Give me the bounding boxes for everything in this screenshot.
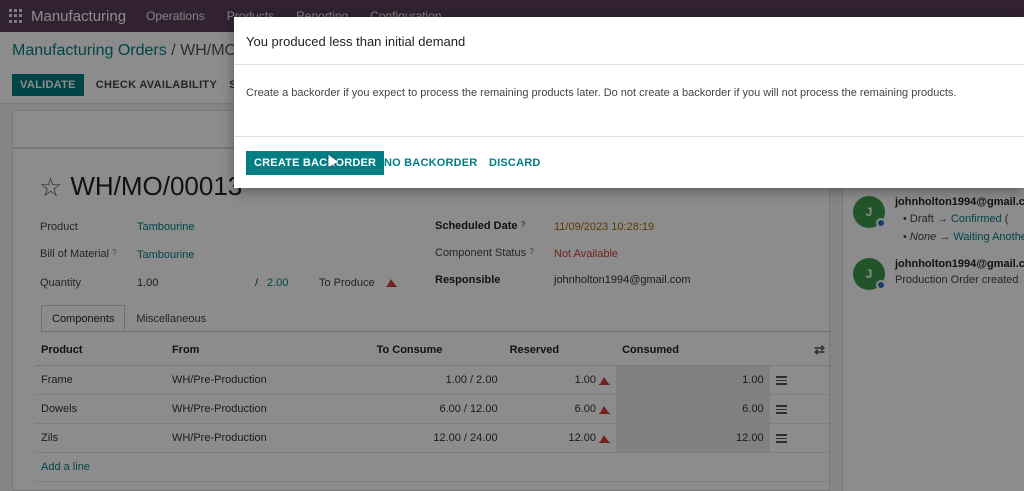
- backorder-dialog: You produced less than initial demand Cr…: [234, 17, 1024, 188]
- discard-button[interactable]: DISCARD: [489, 157, 541, 169]
- create-backorder-button[interactable]: CREATE BACKORDER: [246, 151, 385, 175]
- dialog-title: You produced less than initial demand: [246, 34, 466, 49]
- dialog-footer: CREATE BACKORDER NO BACKORDER DISCARD: [234, 136, 1024, 188]
- dialog-header: You produced less than initial demand: [234, 17, 1024, 65]
- no-backorder-button[interactable]: NO BACKORDER: [384, 157, 477, 169]
- dialog-message: Create a backorder if you expect to proc…: [246, 87, 957, 99]
